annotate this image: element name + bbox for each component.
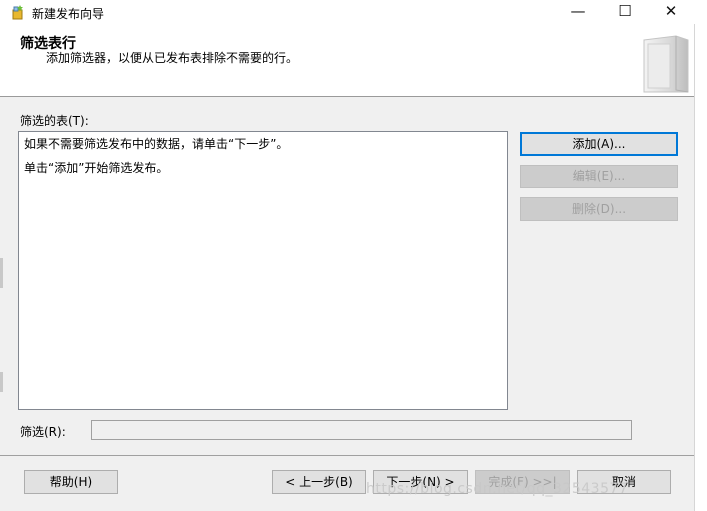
filtered-tables-list[interactable]: 如果不需要筛选发布中的数据，请单击“下一步”。 单击“添加”开始筛选发布。 xyxy=(18,131,508,410)
window-right-edge xyxy=(694,0,707,511)
maximize-button[interactable]: ☐ xyxy=(602,0,648,24)
edit-filter-button[interactable]: 编辑(E)... xyxy=(520,165,678,188)
delete-filter-button[interactable]: 删除(D)... xyxy=(520,197,678,221)
page-description: 添加筛选器，以便从已发布表排除不需要的行。 xyxy=(46,51,299,65)
watermark-text: https://blog.csdn.net/qq_32543577 xyxy=(366,481,629,497)
background-window-fragment xyxy=(0,258,3,288)
help-button[interactable]: 帮助(H) xyxy=(24,470,118,494)
back-button[interactable]: < 上一步(B) xyxy=(272,470,366,494)
window-border xyxy=(694,24,695,511)
list-item: 单击“添加”开始筛选发布。 xyxy=(24,161,169,175)
wizard-app-icon xyxy=(9,4,25,20)
list-item: 如果不需要筛选发布中的数据，请单击“下一步”。 xyxy=(24,137,289,151)
wizard-graphic-icon xyxy=(636,34,694,94)
close-button[interactable]: ✕ xyxy=(648,0,694,24)
background-window-fragment xyxy=(0,372,3,392)
filter-label: 筛选(R): xyxy=(20,425,66,439)
window-title: 新建发布向导 xyxy=(32,7,105,21)
add-filter-button[interactable]: 添加(A)... xyxy=(520,132,678,156)
filter-statement-field[interactable] xyxy=(91,420,632,440)
minimize-button[interactable]: — xyxy=(555,0,601,24)
filtered-tables-label: 筛选的表(T): xyxy=(20,114,89,128)
